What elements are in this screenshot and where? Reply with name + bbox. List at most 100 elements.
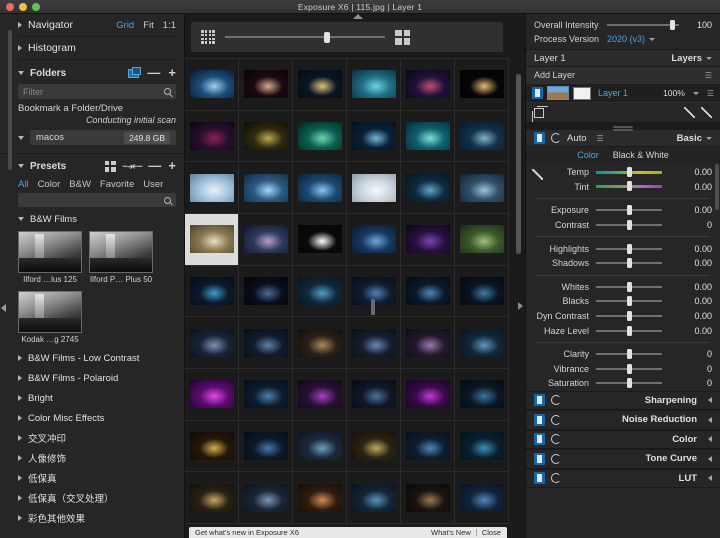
preset-group-row[interactable]: 交叉冲印 [18,428,176,448]
slider-track[interactable] [596,296,662,307]
histogram-header[interactable]: Histogram [18,37,176,60]
preset-group-row[interactable]: B&W Films - Polaroid [18,368,176,388]
slider-track[interactable] [596,325,662,336]
slider-track[interactable] [596,258,662,269]
slider-track[interactable] [596,205,662,216]
chevron-left-icon[interactable] [708,397,712,404]
navigator-header[interactable]: Navigator Grid Fit 1:1 [18,14,176,37]
auto-button[interactable]: Auto [567,133,587,144]
thumbnail-cell[interactable] [293,369,347,421]
left-panel-scrollbar[interactable] [8,18,12,534]
chevron-down-icon[interactable] [692,91,699,95]
folders-header[interactable]: Folders — + [18,63,176,83]
thumbnail-cell[interactable] [347,420,401,473]
preset-search-input[interactable] [18,193,176,207]
thumbnail-cell[interactable] [293,420,347,473]
thumbnail-cell[interactable] [347,369,401,421]
slider-value[interactable]: 0.00 [694,326,712,336]
slider-track[interactable] [596,363,662,374]
reset-icon[interactable] [551,473,561,484]
preset-tab-all[interactable]: All [18,179,29,190]
chevron-left-icon[interactable] [708,436,712,443]
slider-value[interactable]: 0.00 [694,311,712,321]
slider-value[interactable]: 0.00 [694,258,712,268]
reset-icon[interactable] [551,414,561,425]
chevron-down-icon[interactable] [706,56,712,60]
eraser-icon[interactable] [684,107,695,118]
thumbnail-cell[interactable] [455,420,509,473]
preset-group-bw-films[interactable]: B&W Films [18,210,176,228]
preset-tab-favorite[interactable]: Favorite [100,179,134,190]
thumbnail-cell[interactable] [347,317,401,369]
close-promo-link[interactable]: Close [482,528,501,537]
thumbnail-size-slider[interactable] [225,32,385,43]
thumbnail-cell[interactable] [239,59,293,111]
layer-mask-thumbnail[interactable] [573,86,591,100]
thumbnail-cell[interactable] [455,59,509,111]
slider-knob[interactable] [627,258,632,269]
thumbnail-cell[interactable] [401,214,455,266]
thumbnail-cell[interactable] [239,369,293,421]
slider-value[interactable]: 0.00 [694,244,712,254]
thumbnail-cell[interactable] [401,110,455,163]
section-tone-curve[interactable]: Tone Curve [526,449,720,469]
slider-track[interactable] [596,166,662,177]
section-enable-toggle-icon[interactable] [534,452,545,465]
thumbnail-cell[interactable] [239,317,293,369]
thumbnail-grid-scrollbar[interactable] [516,74,521,254]
thumbnail-cell[interactable] [293,214,347,266]
layer-visibility-toggle-icon[interactable] [532,87,543,99]
section-enable-toggle-icon[interactable] [534,472,545,485]
preset-tab-user[interactable]: User [143,179,163,190]
folder-filter-input[interactable]: Filter [18,84,176,99]
preset-group-row[interactable]: Bright [18,388,176,408]
slider-track[interactable] [596,281,662,292]
thumbnail-cell[interactable] [347,472,401,524]
thumbnail-cell[interactable] [401,369,455,421]
slider-knob[interactable] [627,281,632,292]
chevron-left-icon[interactable] [708,455,712,462]
collapse-right-panel-arrow[interactable] [518,302,523,310]
reset-icon[interactable] [551,395,561,406]
thumbnail-cell[interactable] [455,369,509,421]
slider-knob[interactable] [627,205,632,216]
thumbnail-cell[interactable] [185,420,239,473]
slider-track[interactable] [596,243,662,254]
layer-name[interactable]: Layer 1 [598,88,628,98]
navigator-option-1to1[interactable]: 1:1 [163,20,176,31]
chevron-left-icon[interactable] [708,475,712,482]
thumbnail-cell[interactable] [401,420,455,473]
layer-opacity-value[interactable]: 100% [663,88,685,98]
slider-track[interactable] [596,220,662,231]
chevron-down-icon[interactable] [649,37,656,41]
thumbnail-cell[interactable] [347,162,401,214]
slider-track[interactable] [596,311,662,322]
process-version-value[interactable]: 2020 (v3) [607,34,645,44]
slider-value[interactable]: 0 [707,349,712,359]
thumbnail-cell[interactable] [239,162,293,214]
remove-folder-button[interactable]: — [147,66,160,79]
slider-value[interactable]: 0 [707,378,712,388]
slider-knob[interactable] [627,363,632,374]
thumbnail-cell[interactable] [185,265,239,318]
preset-tab-color[interactable]: Color [38,179,61,190]
thumbnail-cell[interactable] [401,265,455,318]
panel-splitter[interactable] [526,123,720,130]
section-lut[interactable]: LUT [526,468,720,489]
slider-knob[interactable] [627,311,632,322]
preset-group-row[interactable]: Color Misc Effects [18,408,176,428]
slider-knob[interactable] [627,181,632,192]
bookmark-folder-label[interactable]: Bookmark a Folder/Drive [18,99,176,115]
preset-item[interactable]: Kodak …g 2745 [18,291,82,344]
slider-value[interactable]: 0.00 [694,182,712,192]
preset-tab-bw[interactable]: B&W [69,179,91,190]
thumbnail-cell[interactable] [455,265,509,318]
thumbnail-cell[interactable] [455,317,509,369]
thumbnail-cell[interactable] [293,472,347,524]
preset-group-row[interactable]: 低保真 [18,468,176,488]
slider-knob[interactable] [627,349,632,360]
tab-color[interactable]: Color [577,150,599,160]
thumbnail-cell[interactable] [185,162,239,214]
thumbnail-size-slider-knob[interactable] [324,32,331,43]
thumbnail-cell[interactable] [401,162,455,214]
